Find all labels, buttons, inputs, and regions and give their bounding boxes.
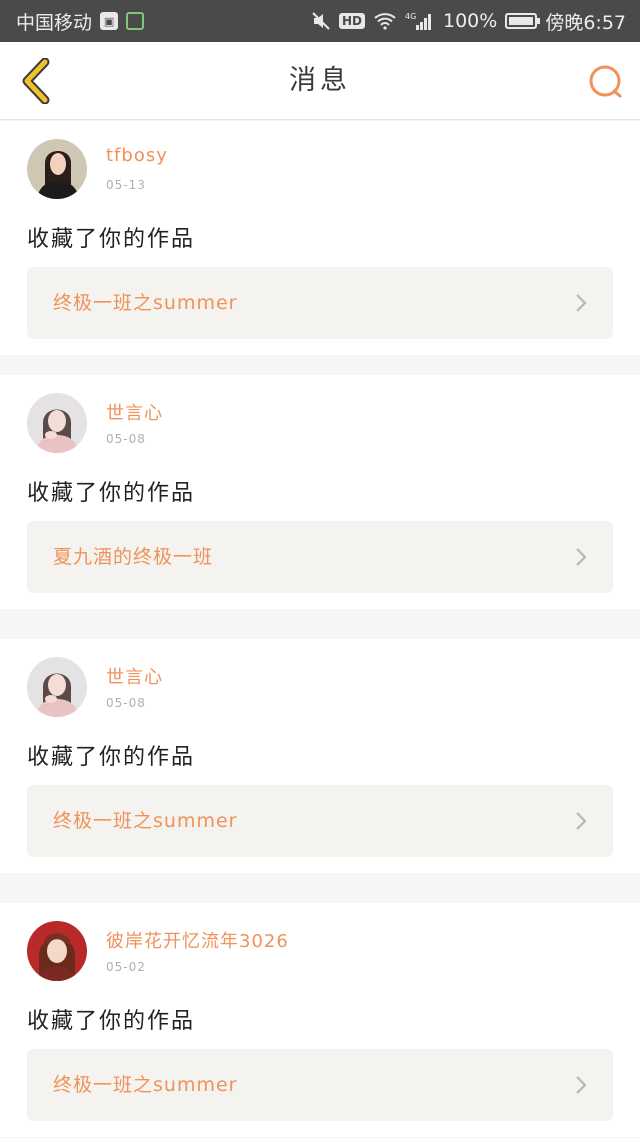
work-title: 夏九酒的终极一班: [53, 546, 214, 568]
carrier-name: 中国移动: [16, 11, 93, 34]
work-link[interactable]: 夏九酒的终极一班: [27, 521, 613, 593]
message-date: 05-08: [106, 696, 146, 710]
message-action-text: 收藏了你的作品: [27, 745, 196, 770]
message-card: tfbosy 05-13 收藏了你的作品 终极一班之summer: [0, 121, 640, 355]
avatar[interactable]: [27, 393, 87, 453]
battery-percent: 100%: [443, 10, 498, 32]
signal-icon: 4G: [405, 11, 435, 31]
network-type-label: 4G: [405, 12, 416, 21]
notification-app-icon: ▣: [100, 12, 119, 30]
work-link[interactable]: 终极一班之summer: [27, 267, 613, 339]
username[interactable]: 世言心: [106, 399, 163, 425]
search-icon: [589, 65, 622, 98]
avatar[interactable]: [27, 139, 87, 199]
message-action-text: 收藏了你的作品: [27, 481, 196, 506]
message-date: 05-13: [106, 178, 146, 192]
app-header: 消息: [0, 42, 640, 120]
message-date: 05-08: [106, 432, 146, 446]
chevron-right-icon: [576, 294, 587, 312]
username[interactable]: 彼岸花开忆流年3026: [106, 927, 289, 953]
status-bar: 中国移动 ▣ HD 4G 100% 傍晚6:57: [0, 0, 640, 42]
status-right: HD 4G 100% 傍晚6:57: [311, 8, 626, 35]
hd-icon: HD: [338, 13, 365, 29]
avatar[interactable]: [27, 657, 87, 717]
search-button[interactable]: [586, 62, 626, 102]
work-title: 终极一班之summer: [53, 1074, 238, 1096]
avatar[interactable]: [27, 921, 87, 981]
message-action-text: 收藏了你的作品: [27, 227, 196, 252]
chevron-right-icon: [576, 548, 587, 566]
clock: 傍晚6:57: [545, 11, 626, 34]
message-card: 世言心 05-08 收藏了你的作品 夏九酒的终极一班: [0, 375, 640, 609]
message-date: 05-02: [106, 960, 146, 974]
work-link[interactable]: 终极一班之summer: [27, 785, 613, 857]
status-left: 中国移动 ▣: [16, 8, 145, 35]
work-title: 终极一班之summer: [53, 810, 238, 832]
chevron-right-icon: [576, 812, 587, 830]
username[interactable]: 世言心: [106, 663, 163, 689]
message-action-text: 收藏了你的作品: [27, 1009, 196, 1034]
work-title: 终极一班之summer: [53, 292, 238, 314]
message-card: 世言心 05-08 收藏了你的作品 终极一班之summer: [0, 639, 640, 873]
message-card: 彼岸花开忆流年3026 05-02 收藏了你的作品 终极一班之summer: [0, 903, 640, 1137]
battery-icon: [505, 13, 541, 29]
wifi-icon: [373, 12, 397, 30]
work-link[interactable]: 终极一班之summer: [27, 1049, 613, 1121]
chevron-right-icon: [576, 1076, 587, 1094]
username[interactable]: tfbosy: [106, 145, 168, 166]
page-title: 消息: [289, 65, 351, 96]
mute-icon: [311, 11, 331, 31]
notification-lock-icon: [126, 12, 145, 30]
